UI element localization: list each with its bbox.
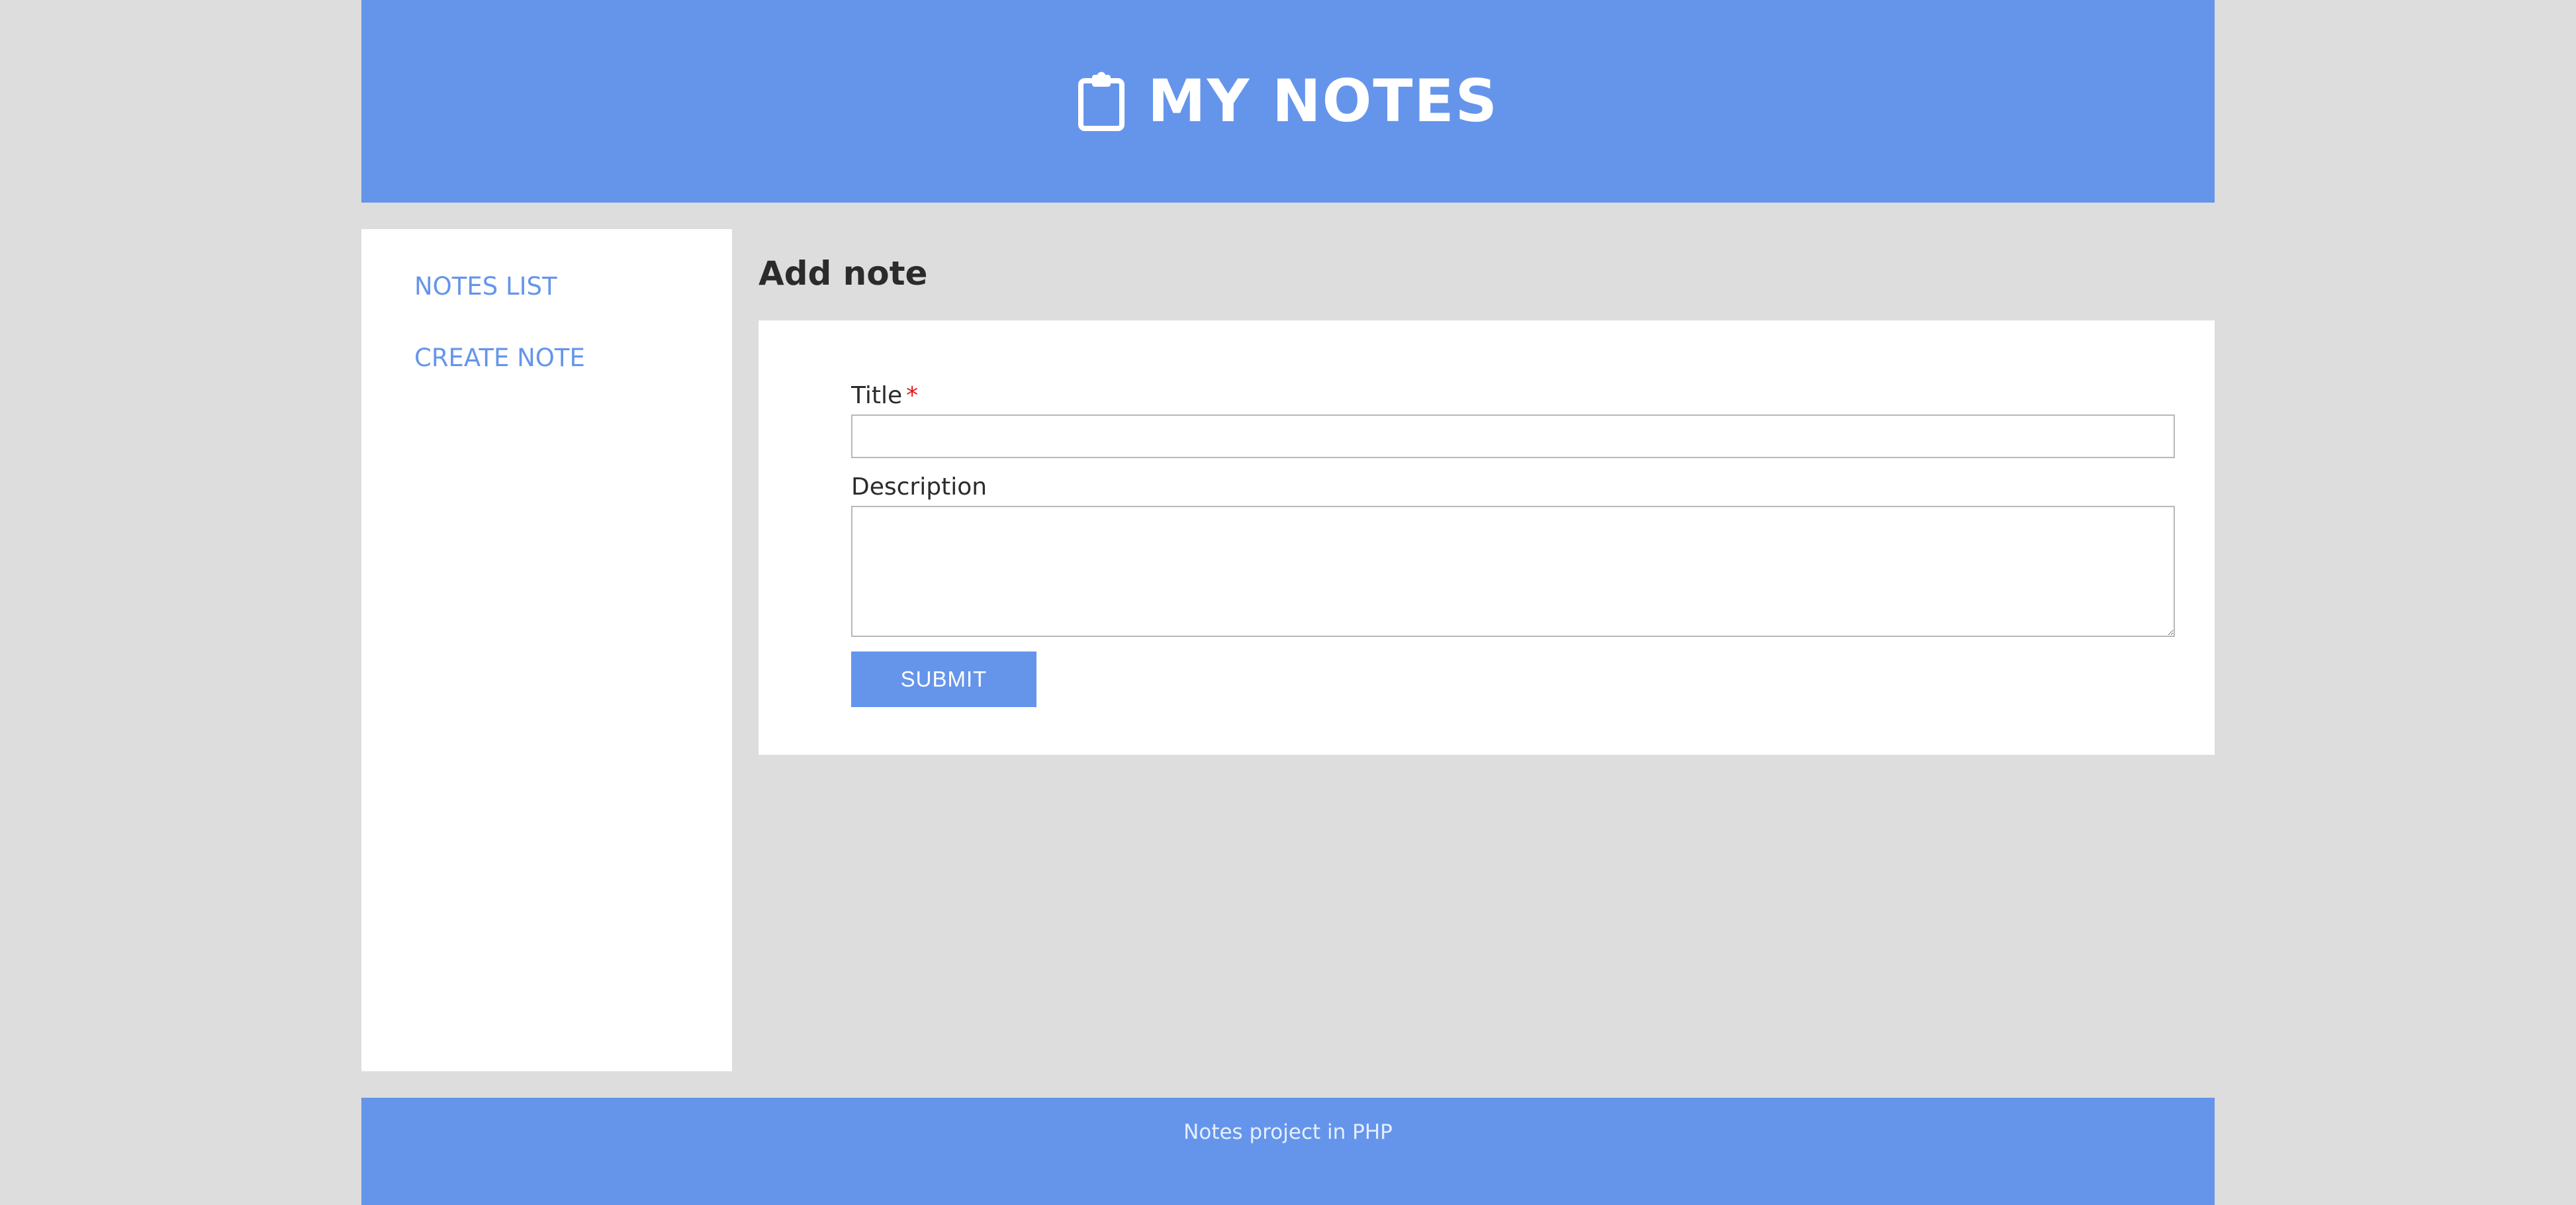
description-label: Description	[851, 473, 988, 501]
required-marker: *	[906, 382, 919, 409]
title-label: Title *	[851, 384, 918, 408]
footer-text: Notes project in PHP	[1183, 1120, 1393, 1144]
page-container: MY NOTES NOTES LIST CREATE NOTE Add note…	[361, 0, 2215, 1205]
sidebar-item-create-note[interactable]: CREATE NOTE	[414, 346, 585, 370]
add-note-form: Title * Description SUBMIT	[759, 320, 2215, 755]
app-header: MY NOTES	[361, 0, 2215, 203]
clipboard-icon	[1078, 72, 1125, 131]
app-title: MY NOTES	[1148, 67, 1498, 135]
description-textarea[interactable]	[851, 506, 2175, 637]
sidebar: NOTES LIST CREATE NOTE	[361, 229, 732, 1071]
title-label-text: Title	[851, 382, 903, 409]
app-footer: Notes project in PHP	[361, 1098, 2215, 1205]
app-brand: MY NOTES	[1078, 71, 1498, 132]
title-input[interactable]	[851, 414, 2175, 458]
sidebar-item-notes-list[interactable]: NOTES LIST	[414, 274, 557, 299]
page-title: Add note	[759, 254, 928, 293]
submit-button[interactable]: SUBMIT	[851, 651, 1036, 707]
